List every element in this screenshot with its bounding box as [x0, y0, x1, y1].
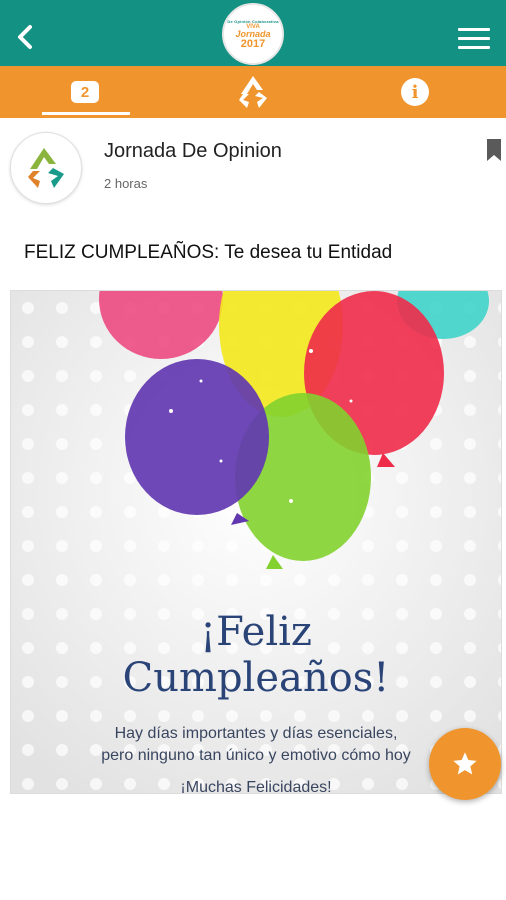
- card-heading: ¡Feliz Cumpleaños!: [11, 609, 501, 701]
- hamburger-menu-button[interactable]: [458, 28, 490, 52]
- post-author[interactable]: Jornada De Opinion: [104, 140, 282, 163]
- favorite-fab-button[interactable]: [429, 728, 501, 800]
- card-heading-line1: ¡Feliz: [200, 609, 312, 655]
- chevron-left-icon: [18, 25, 32, 49]
- tab-home[interactable]: [208, 66, 298, 118]
- menu-bar-icon: [458, 46, 490, 49]
- menu-bar-icon: [458, 28, 490, 31]
- tab-info[interactable]: i: [370, 66, 460, 118]
- menu-bar-icon: [458, 37, 490, 40]
- bookmark-icon[interactable]: [486, 138, 502, 162]
- card-closing: ¡Muchas Felicidades!: [180, 779, 332, 794]
- top-app-bar: De Opinión Colaborativa VIVA Jornada 201…: [0, 0, 506, 66]
- recycle-logo-icon: [28, 148, 64, 188]
- post-title: FELIZ CUMPLEAÑOS: Te desea tu Entidad: [24, 242, 393, 263]
- card-message: Hay días importantes y días esenciales, …: [11, 723, 501, 767]
- info-icon: i: [401, 78, 429, 106]
- logo-line4: 2017: [240, 37, 266, 50]
- tab-bar: 2 i: [0, 66, 506, 118]
- back-button[interactable]: [8, 20, 42, 54]
- post-image-card[interactable]: ¡Feliz Cumpleaños! Hay días importantes …: [10, 290, 502, 794]
- star-icon: [453, 752, 477, 775]
- balloons-illustration: [11, 291, 501, 793]
- active-tab-indicator: [42, 112, 130, 115]
- card-message-line2: pero ninguno tan único y emotivo cómo ho…: [101, 747, 411, 764]
- tab-notifications[interactable]: 2: [40, 66, 130, 118]
- card-message-line1: Hay días importantes y días esenciales,: [114, 725, 398, 742]
- recycle-logo-icon: [239, 76, 267, 108]
- app-logo[interactable]: De Opinión Colaborativa VIVA Jornada 201…: [222, 3, 284, 65]
- post-timestamp: 2 horas: [104, 176, 148, 191]
- author-avatar[interactable]: [10, 132, 82, 204]
- notification-count-badge: 2: [71, 81, 99, 103]
- card-heading-line2: Cumpleaños!: [122, 655, 390, 701]
